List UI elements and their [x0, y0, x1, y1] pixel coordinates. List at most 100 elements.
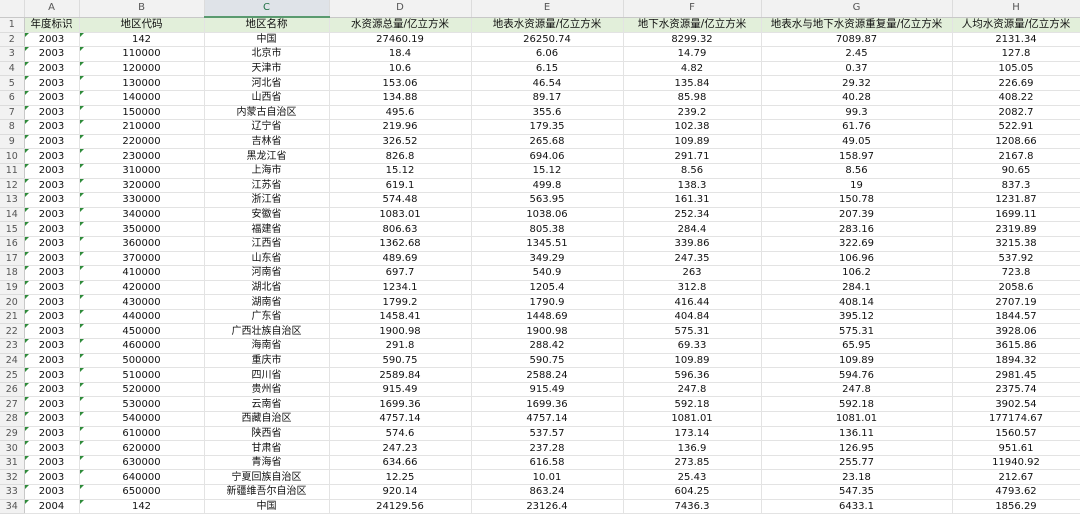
- cell-overlap-water-header[interactable]: 地表水与地下水资源重复量/亿立方米: [761, 17, 953, 33]
- row-header[interactable]: 12: [0, 178, 25, 194]
- column-header-f[interactable]: F: [623, 0, 762, 18]
- cell-region-code[interactable]: 130000: [79, 75, 205, 91]
- cell-surface-water[interactable]: 15.12: [471, 163, 624, 179]
- cell-year[interactable]: 2003: [24, 163, 80, 179]
- cell-ground-water[interactable]: 69.33: [623, 338, 762, 354]
- cell-ground-water[interactable]: 252.34: [623, 207, 762, 223]
- cell-total-water[interactable]: 697.7: [329, 265, 472, 281]
- cell-overlap-water[interactable]: 1081.01: [761, 411, 953, 427]
- cell-total-water[interactable]: 12.25: [329, 469, 472, 485]
- cell-region-code[interactable]: 500000: [79, 353, 205, 369]
- cell-year[interactable]: 2003: [24, 367, 80, 383]
- cell-per-capita-water[interactable]: 837.3: [952, 178, 1080, 194]
- cell-ground-water[interactable]: 173.14: [623, 426, 762, 442]
- cell-ground-water[interactable]: 8.56: [623, 163, 762, 179]
- cell-region-name[interactable]: 内蒙古自治区: [204, 105, 330, 121]
- cell-overlap-water[interactable]: 408.14: [761, 294, 953, 310]
- cell-year[interactable]: 2003: [24, 105, 80, 121]
- cell-overlap-water[interactable]: 575.31: [761, 323, 953, 340]
- cell-total-water[interactable]: 18.4: [329, 46, 472, 62]
- cell-surface-water[interactable]: 26250.74: [471, 32, 624, 48]
- cell-total-water[interactable]: 806.63: [329, 221, 472, 237]
- cell-region-name[interactable]: 湖南省: [204, 294, 330, 310]
- cell-region-code[interactable]: 640000: [79, 469, 205, 485]
- cell-region-code[interactable]: 310000: [79, 163, 205, 179]
- cell-region-name[interactable]: 中国: [204, 499, 330, 514]
- row-header[interactable]: 27: [0, 396, 25, 413]
- cell-year[interactable]: 2003: [24, 309, 80, 325]
- cell-year[interactable]: 2003: [24, 265, 80, 281]
- cell-per-capita-water[interactable]: 2058.6: [952, 280, 1080, 296]
- cell-surface-water[interactable]: 1345.51: [471, 236, 624, 252]
- row-header[interactable]: 23: [0, 338, 25, 354]
- cell-per-capita-water[interactable]: 1856.29: [952, 499, 1080, 514]
- column-header-h[interactable]: H: [952, 0, 1080, 18]
- cell-ground-water[interactable]: 25.43: [623, 469, 762, 485]
- cell-total-water[interactable]: 1699.36: [329, 396, 472, 413]
- cell-per-capita-water[interactable]: 90.65: [952, 163, 1080, 179]
- cell-year[interactable]: 2003: [24, 280, 80, 296]
- cell-overlap-water[interactable]: 49.05: [761, 134, 953, 150]
- cell-total-water[interactable]: 10.6: [329, 61, 472, 77]
- cell-total-water[interactable]: 634.66: [329, 455, 472, 471]
- cell-surface-water[interactable]: 1038.06: [471, 207, 624, 223]
- cell-overlap-water[interactable]: 109.89: [761, 353, 953, 369]
- cell-year[interactable]: 2003: [24, 396, 80, 413]
- cell-ground-water[interactable]: 109.89: [623, 353, 762, 369]
- cell-year[interactable]: 2003: [24, 455, 80, 471]
- cell-ground-water-header[interactable]: 地下水资源量/亿立方米: [623, 17, 762, 33]
- cell-year[interactable]: 2003: [24, 134, 80, 150]
- cell-overlap-water[interactable]: 23.18: [761, 469, 953, 485]
- cell-overlap-water[interactable]: 283.16: [761, 221, 953, 237]
- cell-per-capita-water[interactable]: 212.67: [952, 469, 1080, 485]
- cell-surface-water[interactable]: 1448.69: [471, 309, 624, 325]
- cell-per-capita-water[interactable]: 3615.86: [952, 338, 1080, 354]
- cell-per-capita-water[interactable]: 127.8: [952, 46, 1080, 62]
- cell-per-capita-water[interactable]: 1844.57: [952, 309, 1080, 325]
- cell-ground-water[interactable]: 247.35: [623, 251, 762, 267]
- cell-per-capita-water[interactable]: 2981.45: [952, 367, 1080, 383]
- cell-region-code[interactable]: 620000: [79, 440, 205, 456]
- cell-overlap-water[interactable]: 19: [761, 178, 953, 194]
- row-header[interactable]: 13: [0, 192, 25, 208]
- cell-total-water-header[interactable]: 水资源总量/亿立方米: [329, 17, 472, 33]
- cell-total-water[interactable]: 134.88: [329, 90, 472, 106]
- cell-surface-water[interactable]: 1205.4: [471, 280, 624, 296]
- row-header[interactable]: 5: [0, 75, 25, 91]
- cell-total-water[interactable]: 915.49: [329, 382, 472, 398]
- cell-region-name[interactable]: 广西壮族自治区: [204, 323, 330, 340]
- cell-total-water[interactable]: 619.1: [329, 178, 472, 194]
- cell-surface-water[interactable]: 6.15: [471, 61, 624, 77]
- cell-year[interactable]: 2003: [24, 338, 80, 354]
- cell-surface-water[interactable]: 540.9: [471, 265, 624, 281]
- cell-overlap-water[interactable]: 106.96: [761, 251, 953, 267]
- cell-year[interactable]: 2003: [24, 426, 80, 442]
- cell-overlap-water[interactable]: 150.78: [761, 192, 953, 208]
- cell-region-code[interactable]: 330000: [79, 192, 205, 208]
- column-header-e[interactable]: E: [471, 0, 624, 18]
- cell-surface-water[interactable]: 179.35: [471, 119, 624, 135]
- row-header[interactable]: 34: [0, 499, 25, 514]
- cell-year[interactable]: 2003: [24, 323, 80, 340]
- cell-total-water[interactable]: 291.8: [329, 338, 472, 354]
- cell-year[interactable]: 2003: [24, 178, 80, 194]
- row-header[interactable]: 4: [0, 61, 25, 77]
- cell-surface-water-header[interactable]: 地表水资源量/亿立方米: [471, 17, 624, 33]
- cell-per-capita-water[interactable]: 1699.11: [952, 207, 1080, 223]
- cell-ground-water[interactable]: 1081.01: [623, 411, 762, 427]
- cell-total-water[interactable]: 574.6: [329, 426, 472, 442]
- cell-region-code[interactable]: 430000: [79, 294, 205, 310]
- cell-surface-water[interactable]: 1699.36: [471, 396, 624, 413]
- cell-region-code[interactable]: 630000: [79, 455, 205, 471]
- cell-region-name[interactable]: 江西省: [204, 236, 330, 252]
- cell-region-name[interactable]: 云南省: [204, 396, 330, 413]
- cell-region-code[interactable]: 320000: [79, 178, 205, 194]
- cell-ground-water[interactable]: 575.31: [623, 323, 762, 340]
- cell-region-code[interactable]: 410000: [79, 265, 205, 281]
- cell-surface-water[interactable]: 6.06: [471, 46, 624, 62]
- cell-year[interactable]: 2003: [24, 221, 80, 237]
- cell-ground-water[interactable]: 596.36: [623, 367, 762, 383]
- cell-region-code[interactable]: 142: [79, 32, 205, 48]
- cell-surface-water[interactable]: 46.54: [471, 75, 624, 91]
- cell-ground-water[interactable]: 14.79: [623, 46, 762, 62]
